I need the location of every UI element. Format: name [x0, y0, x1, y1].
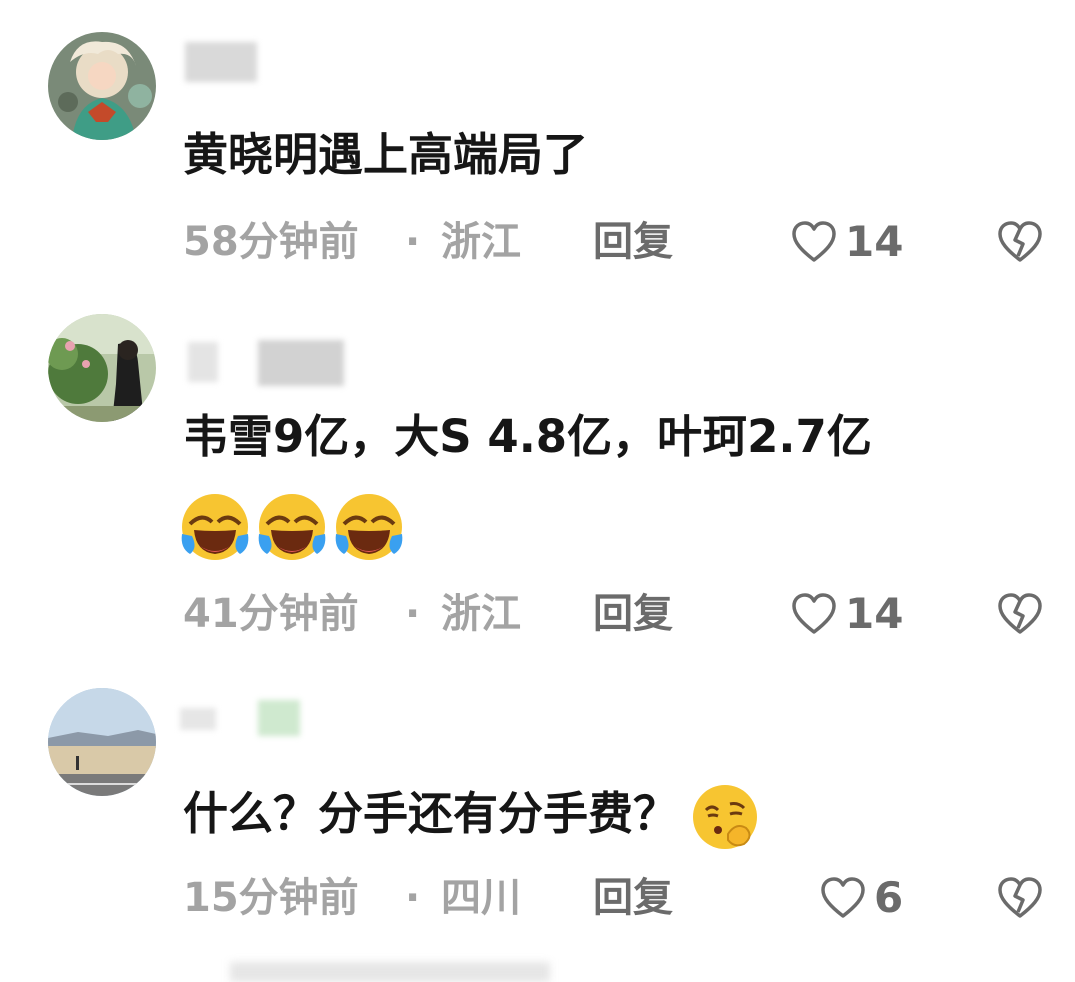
heart-outline-icon: [821, 877, 865, 918]
comment-text: 什么？分手还有分手费？: [183, 780, 762, 854]
comment-emoji-row: [178, 490, 404, 566]
like-count: 14: [845, 589, 904, 638]
meta-separator: ·: [405, 591, 421, 637]
timestamp: 15分钟前: [183, 875, 359, 921]
username[interactable]: [188, 342, 218, 382]
face-with-tears-of-joy-emoji: [255, 490, 329, 564]
comment-text: 韦雪9亿，大S 4.8亿，叶珂2.7亿: [183, 410, 872, 463]
comment-text: 黄晓明遇上高端局了: [183, 128, 589, 181]
comment-meta: 58分钟前 · 浙江 回复 14: [183, 212, 1043, 272]
comment-meta: 41分钟前 · 浙江 回复 14: [183, 584, 1043, 644]
avatar[interactable]: [48, 314, 156, 422]
shushing-thinking-face-emoji: [688, 780, 762, 854]
reply-button[interactable]: 回复: [593, 868, 673, 928]
like-button[interactable]: 14: [791, 584, 903, 644]
like-count: 6: [874, 873, 904, 922]
heart-outline-icon: [792, 221, 836, 262]
timestamp: 58分钟前: [183, 219, 359, 265]
heart-outline-icon: [792, 593, 836, 634]
comment-text-content: 什么？分手还有分手费？: [183, 787, 679, 840]
broken-heart-outline-icon[interactable]: [997, 876, 1043, 920]
like-button[interactable]: 6: [820, 868, 903, 928]
avatar[interactable]: [48, 32, 156, 140]
timestamp: 41分钟前: [183, 591, 359, 637]
broken-heart-outline-icon[interactable]: [997, 592, 1043, 636]
location: 浙江: [441, 219, 521, 265]
meta-separator: ·: [405, 875, 421, 921]
like-count: 14: [845, 217, 904, 266]
next-comment-peek: [230, 962, 550, 982]
location: 四川: [441, 875, 521, 921]
meta-separator: ·: [405, 219, 421, 265]
face-with-tears-of-joy-emoji: [332, 490, 406, 564]
username[interactable]: [180, 708, 216, 730]
location: 浙江: [441, 591, 521, 637]
like-button[interactable]: 14: [791, 212, 903, 272]
username-blur: [258, 340, 344, 386]
avatar[interactable]: [48, 688, 156, 796]
face-with-tears-of-joy-emoji: [178, 490, 252, 564]
comment-meta: 15分钟前 · 四川 回复 6: [183, 868, 1043, 928]
username-blur: [258, 700, 300, 736]
reply-button[interactable]: 回复: [593, 212, 673, 272]
username[interactable]: [185, 42, 257, 82]
broken-heart-outline-icon[interactable]: [997, 220, 1043, 264]
reply-button[interactable]: 回复: [593, 584, 673, 644]
